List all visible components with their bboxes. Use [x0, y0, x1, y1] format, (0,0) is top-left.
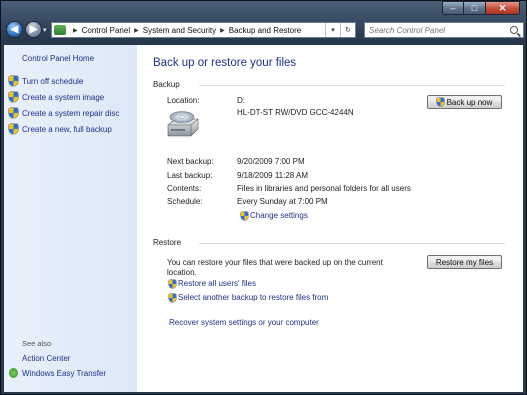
restore-description: You can restore your files that were bac…	[167, 258, 383, 277]
back-button[interactable]: ◀	[6, 21, 23, 38]
sidebar-item-label: Windows Easy Transfer	[22, 368, 107, 378]
sidebar-item-turn-off-schedule[interactable]: Turn off schedule	[9, 76, 83, 86]
restore-all-users-label: Restore all users' files	[178, 279, 256, 288]
restore-all-users-link[interactable]: Restore all users' files	[169, 279, 256, 288]
breadcrumb-backup-and-restore[interactable]: Backup and Restore	[229, 26, 302, 35]
select-another-backup-link[interactable]: Select another backup to restore files f…	[169, 293, 328, 302]
restore-divider	[199, 243, 505, 244]
restore-heading: Restore	[153, 238, 182, 247]
search-icon[interactable]	[507, 26, 521, 34]
sidebar-item-create-system-image[interactable]: Create a system image	[9, 92, 104, 102]
schedule-label: Schedule:	[167, 197, 203, 206]
shield-icon	[169, 293, 176, 302]
backup-restore-window: – □ ✕ ◀ ▶ ▾ ▶ Control Panel ▶ System and…	[0, 0, 527, 395]
backup-divider	[199, 85, 505, 86]
sidebar-item-label: Create a new, full backup	[22, 124, 112, 134]
change-settings-label: Change settings	[250, 211, 308, 220]
select-another-backup-label: Select another backup to restore files f…	[178, 293, 329, 302]
shield-icon	[9, 124, 18, 134]
search-box[interactable]	[364, 22, 524, 38]
schedule-value: Every Sunday at 7:00 PM	[237, 197, 328, 206]
forward-button[interactable]: ▶	[25, 21, 42, 38]
breadcrumb-control-panel[interactable]: Control Panel	[82, 26, 130, 35]
backup-heading: Backup	[153, 80, 180, 89]
breadcrumb-separator-icon[interactable]: ▶	[220, 27, 225, 34]
change-settings-link[interactable]: Change settings	[241, 211, 308, 220]
page-title: Back up or restore your files	[153, 57, 297, 69]
address-bar[interactable]: ▶ Control Panel ▶ System and Security ▶ …	[51, 22, 356, 38]
control-panel-icon	[54, 25, 66, 35]
breadcrumb-separator-icon[interactable]: ▶	[73, 27, 78, 34]
content-area: Control Panel Home Turn off schedule Cre…	[4, 45, 523, 392]
transfer-icon	[9, 368, 18, 378]
shield-icon	[9, 108, 18, 118]
shield-icon	[241, 211, 248, 220]
action-center-link[interactable]: Action Center	[22, 354, 70, 363]
address-bar-controls: ▾ ↻	[325, 23, 355, 37]
caption-buttons: – □ ✕	[442, 1, 520, 15]
sidebar-item-create-full-backup[interactable]: Create a new, full backup	[9, 124, 112, 134]
windows-easy-transfer-link[interactable]: Windows Easy Transfer	[9, 368, 106, 378]
task-sidebar: Control Panel Home Turn off schedule Cre…	[4, 45, 137, 392]
maximize-button[interactable]: □	[464, 1, 486, 15]
back-up-now-button[interactable]: Back up now	[427, 95, 502, 109]
last-backup-value: 9/18/2009 11:28 AM	[237, 171, 309, 180]
location-label: Location:	[167, 96, 200, 105]
see-also-heading: See also	[22, 339, 52, 348]
contents-label: Contents:	[167, 184, 202, 193]
breadcrumb-system-and-security[interactable]: System and Security	[143, 26, 216, 35]
breadcrumb-separator-icon[interactable]: ▶	[134, 27, 139, 34]
shield-icon	[436, 98, 444, 106]
control-panel-home-link[interactable]: Control Panel Home	[22, 54, 94, 63]
dvd-drive-icon	[167, 111, 199, 137]
shield-icon	[9, 92, 18, 102]
location-drive: D:	[237, 96, 245, 105]
search-input[interactable]	[365, 25, 507, 35]
sidebar-item-label: Create a system repair disc	[22, 108, 120, 118]
next-backup-label: Next backup:	[167, 157, 214, 166]
sidebar-item-create-repair-disc[interactable]: Create a system repair disc	[9, 108, 119, 118]
last-backup-label: Last backup:	[167, 171, 213, 180]
minimize-button[interactable]: –	[442, 1, 464, 15]
sidebar-item-label: Create a system image	[22, 92, 105, 102]
refresh-icon[interactable]: ↻	[340, 23, 355, 37]
sidebar-item-label: Turn off schedule	[22, 76, 84, 86]
restore-my-files-button[interactable]: Restore my files	[427, 255, 502, 269]
address-dropdown-icon[interactable]: ▾	[325, 23, 340, 37]
shield-icon	[169, 279, 176, 288]
next-backup-value: 9/20/2009 7:00 PM	[237, 157, 305, 166]
recover-system-settings-link[interactable]: Recover system settings or your computer	[169, 318, 319, 327]
contents-value: Files in libraries and personal folders …	[237, 184, 411, 193]
main-panel: Back up or restore your files Backup Loc…	[137, 45, 523, 392]
location-device: HL-DT-ST RW/DVD GCC-4244N	[237, 108, 354, 117]
back-up-now-label: Back up now	[446, 97, 493, 107]
close-button[interactable]: ✕	[486, 1, 520, 15]
shield-icon	[9, 76, 18, 86]
recent-pages-dropdown[interactable]: ▾	[43, 26, 47, 34]
navigation-bar: ◀ ▶ ▾ ▶ Control Panel ▶ System and Secur…	[1, 17, 526, 45]
